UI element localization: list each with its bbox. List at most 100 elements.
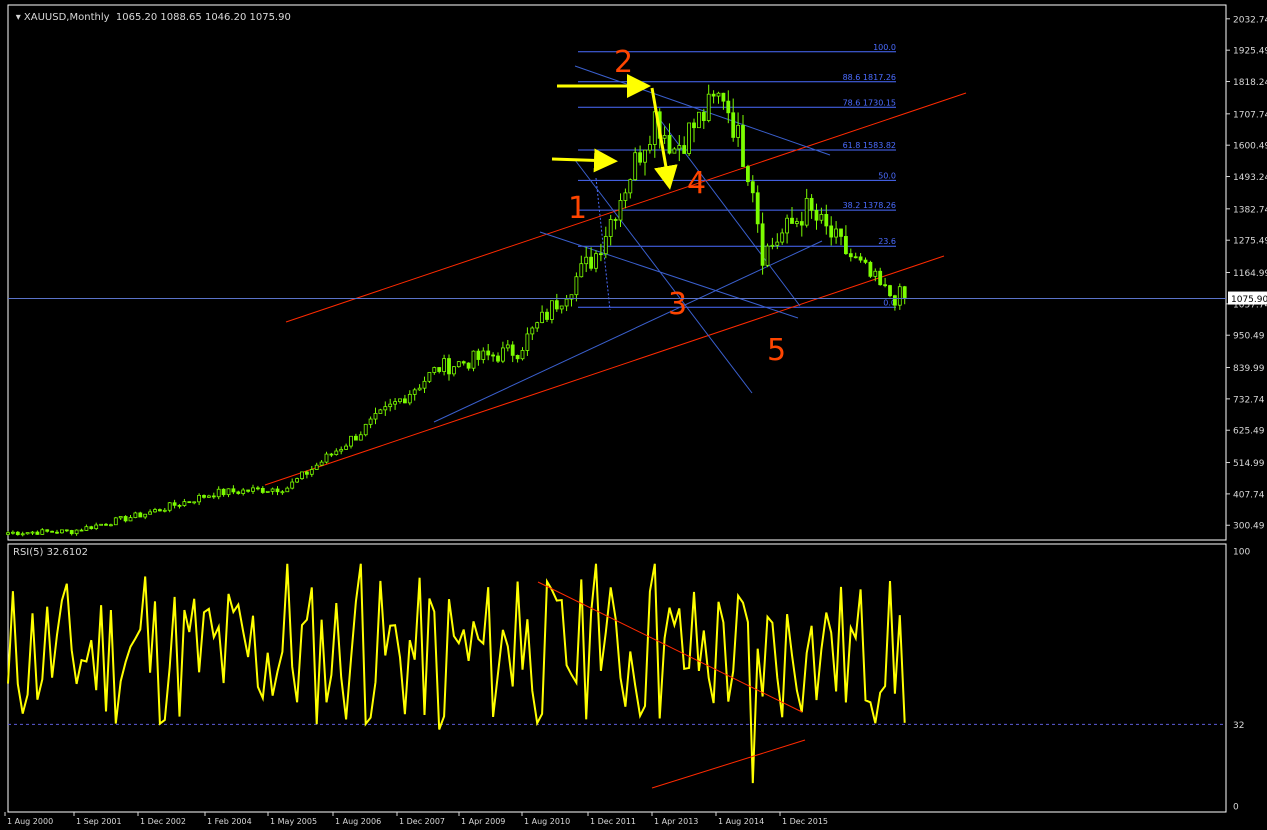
- candle-body: [393, 401, 398, 405]
- candle-body: [839, 228, 843, 237]
- time-axis: 1 Aug 2000 1 Sep 2001 1 Dec 2002 1 Feb 2004…: [4, 812, 828, 826]
- time-tick-label: 1 Aug 2010: [524, 817, 570, 826]
- candle-body: [755, 192, 760, 225]
- candle-body: [888, 285, 892, 297]
- candle-body: [589, 256, 593, 269]
- candle-body: [496, 355, 500, 362]
- candle-body: [319, 461, 324, 466]
- candle-body: [20, 533, 25, 536]
- candle-body: [461, 361, 466, 364]
- candle-body: [486, 350, 491, 356]
- candle-body: [520, 350, 525, 360]
- candle-body: [162, 509, 167, 512]
- candle-body: [79, 529, 84, 532]
- time-tick-label: 1 Dec 2002: [140, 817, 186, 826]
- candle-body: [148, 511, 153, 515]
- candle-body: [682, 145, 687, 154]
- candle-body: [550, 300, 554, 320]
- candle-body: [844, 236, 848, 255]
- price-tick-label: 1600.49: [1233, 142, 1267, 152]
- fibonacci-retracement[interactable]: 100.0 88.6 1817.26 78.6 1730.15 61.8 1583.8…: [578, 43, 896, 311]
- candle-body: [25, 532, 30, 535]
- chart-title[interactable]: ▾ XAUUSD,Monthly 1065.20 1088.65 1046.20…: [3, 1, 291, 34]
- candle-body: [109, 524, 113, 527]
- current-price-label: 1075.90: [1231, 295, 1267, 305]
- time-tick-label: 1 Aug 2000: [7, 817, 53, 826]
- dropdown-triangle-icon[interactable]: ▾: [16, 12, 24, 23]
- candle-body: [118, 516, 123, 519]
- price-tick-label: 1275.49: [1233, 237, 1267, 247]
- candle-body: [324, 453, 329, 463]
- candle-body: [505, 344, 510, 349]
- price-tick-label: 1382.74: [1233, 205, 1267, 215]
- candle-body: [731, 112, 736, 138]
- price-axis: 2032.74 1925.49 1818.24 1707.74 1600.49 1493.…: [8, 15, 1267, 532]
- candle-body: [236, 491, 241, 494]
- candle-body: [280, 491, 285, 494]
- candle-body: [89, 526, 94, 530]
- candle-body: [662, 135, 667, 139]
- candle-body: [618, 200, 623, 221]
- rsi-panel: [7, 563, 1226, 789]
- candle-body: [500, 347, 505, 362]
- time-tick-label: 1 Apr 2013: [654, 817, 698, 826]
- candle-body: [442, 358, 447, 372]
- candle-body: [834, 228, 838, 238]
- candle-body: [716, 92, 721, 97]
- candle-body: [447, 358, 451, 375]
- candle-body: [60, 529, 64, 534]
- candle-body: [476, 350, 481, 360]
- candle-body: [398, 398, 402, 403]
- candle-body: [873, 270, 878, 277]
- candle-body: [172, 502, 177, 506]
- candle-body: [471, 350, 476, 369]
- fib-level-label: 38.2 1378.26: [843, 201, 896, 210]
- candle-body: [407, 393, 412, 404]
- candle-body: [378, 409, 383, 414]
- yellow-arrows[interactable]: [551, 74, 678, 190]
- rsi-tick-label: 32: [1233, 721, 1244, 731]
- candle-body: [804, 197, 809, 226]
- candle-body: [672, 148, 677, 154]
- candle-body: [765, 245, 770, 266]
- candle-body: [481, 350, 486, 360]
- candle-body: [785, 217, 789, 234]
- rsi-line: [7, 563, 906, 784]
- candle-body: [202, 495, 206, 498]
- candle-body: [55, 531, 59, 534]
- rsi-tick-label: 100: [1233, 548, 1250, 558]
- candle-body: [295, 478, 300, 483]
- candle-body: [628, 179, 633, 194]
- blue-support-line: [433, 240, 823, 423]
- candle-body: [692, 122, 696, 129]
- candle-body: [329, 453, 334, 456]
- candle-body: [451, 366, 456, 375]
- candle-body: [902, 286, 907, 299]
- candle-body: [897, 286, 902, 306]
- candle-body: [643, 149, 647, 163]
- candle-body: [726, 100, 731, 114]
- candle-body: [893, 295, 897, 306]
- fib-level-label: 100.0: [873, 43, 896, 52]
- candle-body: [241, 489, 246, 494]
- candle-body: [638, 152, 642, 163]
- candle-body: [775, 241, 780, 246]
- candle-body: [559, 305, 564, 310]
- candle-body: [275, 488, 280, 493]
- candle-body: [608, 219, 613, 237]
- candle-body: [40, 529, 45, 535]
- candle-body: [290, 481, 295, 489]
- price-tick-label: 1493.24: [1233, 173, 1267, 183]
- candle-body: [74, 529, 79, 535]
- candle-body: [525, 333, 530, 351]
- chart-window: 100.0 88.6 1817.26 78.6 1730.15 61.8 1583.8…: [0, 0, 1267, 826]
- candle-body: [383, 406, 388, 411]
- candle-body: [197, 495, 202, 503]
- candle-body: [554, 300, 559, 310]
- candle-body: [6, 532, 10, 535]
- rsi-title: RSI(5) 32.6102: [13, 547, 88, 558]
- candle-body: [231, 488, 236, 493]
- price-tick-label: 514.99: [1233, 459, 1265, 469]
- candle-body: [138, 512, 143, 518]
- candle-body: [437, 367, 442, 372]
